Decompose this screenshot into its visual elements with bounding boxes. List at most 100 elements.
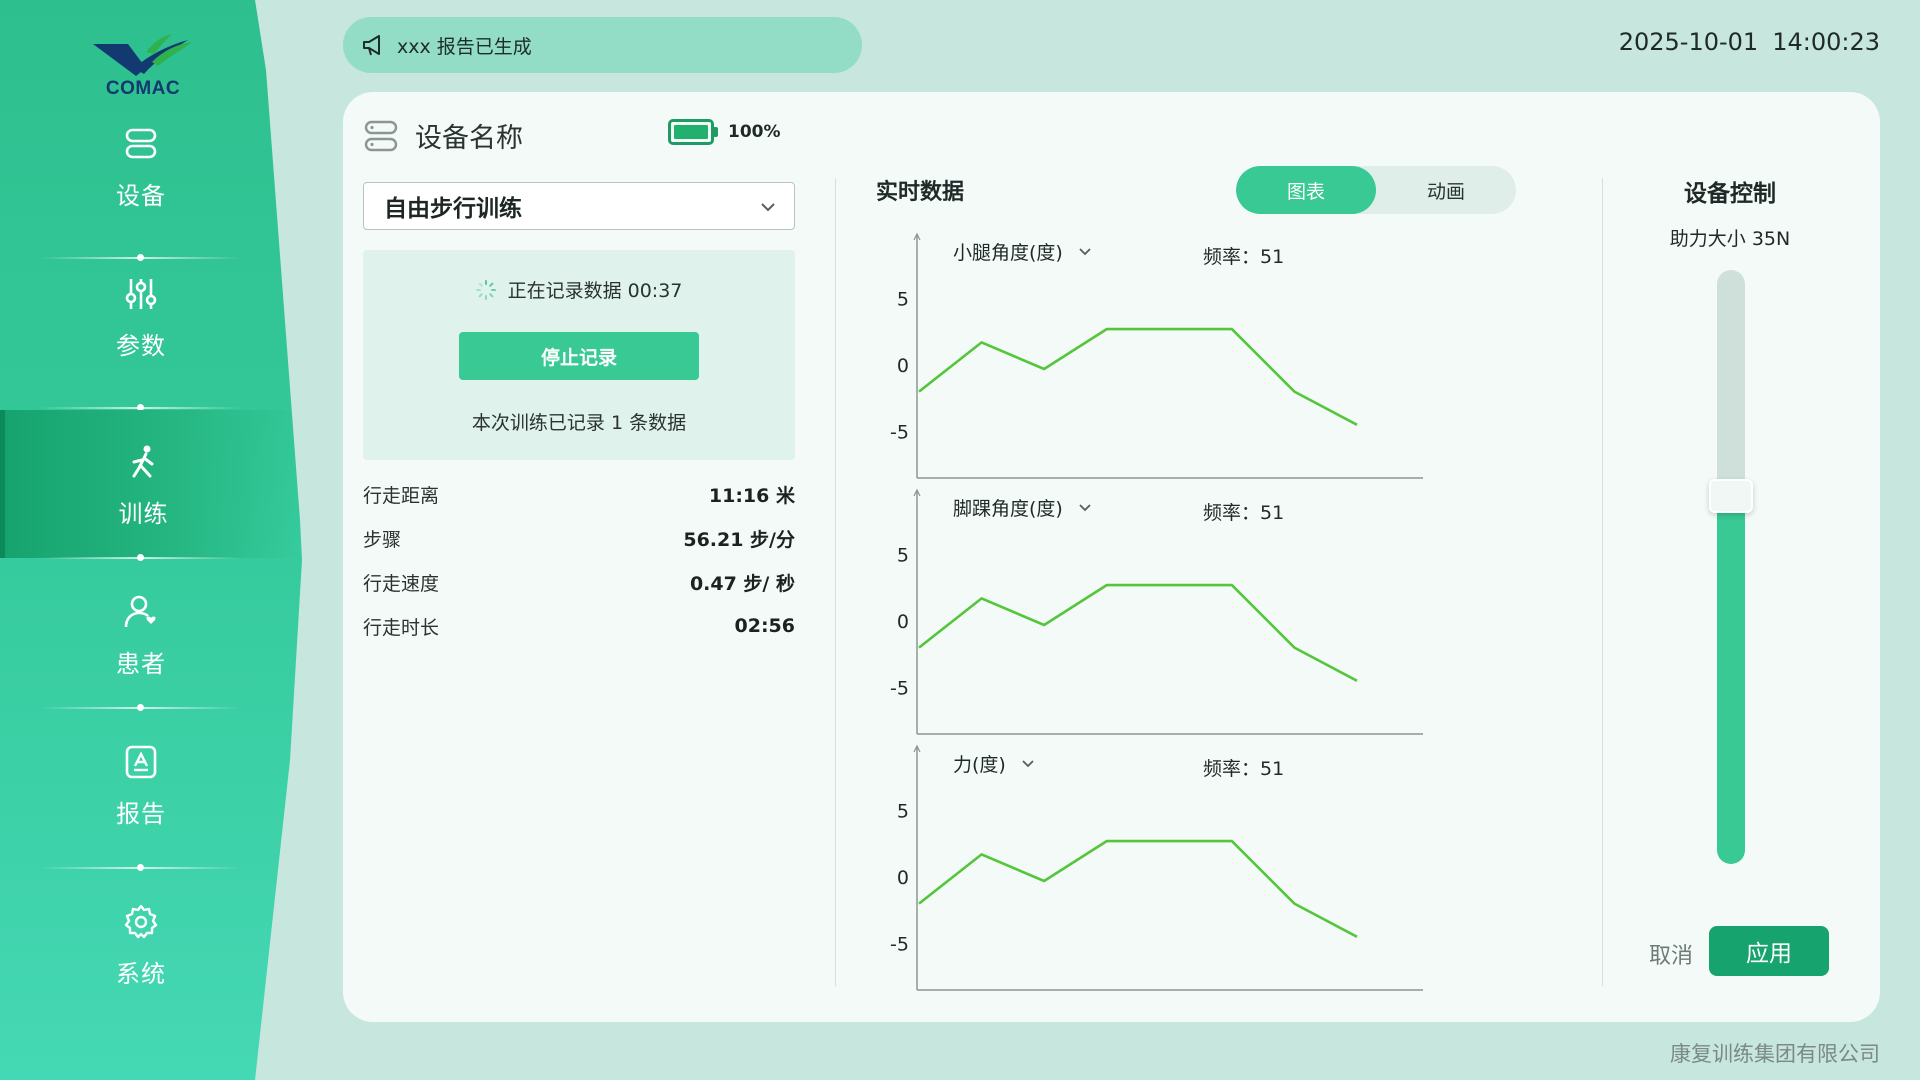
assist-force-slider[interactable] <box>1717 270 1745 864</box>
patient-icon <box>124 595 156 628</box>
chevron-down-icon <box>761 203 775 212</box>
series-line <box>918 583 1358 682</box>
y-tick-label: -5 <box>890 933 909 955</box>
nav-item-params[interactable]: 参数 <box>0 242 300 390</box>
notification-text: xxx 报告已生成 <box>397 35 532 58</box>
stop-recording-button[interactable]: 停止记录 <box>459 332 699 380</box>
device-header: 设备名称 <box>363 116 523 155</box>
battery-icon <box>668 119 714 145</box>
y-tick-label: -5 <box>890 421 909 443</box>
chevron-down-icon <box>1022 759 1034 767</box>
recording-status: 正在记录数据 00:37 <box>363 276 795 303</box>
loading-spinner-icon <box>475 279 496 300</box>
stat-label: 步骤 <box>363 528 402 551</box>
chart-metric-label: 脚踝角度(度) <box>953 498 1063 520</box>
nav-label-system: 系统 <box>116 960 166 988</box>
time-text: 14:00:23 <box>1772 28 1880 56</box>
stat-value: 11:16 米 <box>708 484 795 507</box>
recording-status-text: 正在记录数据 00:37 <box>507 280 683 302</box>
chart-frequency: 频率：51 <box>1203 246 1285 268</box>
stat-row-distance: 行走距离 11:16 米 <box>363 472 795 516</box>
column-divider <box>835 178 836 986</box>
nav-label-device: 设备 <box>116 182 166 210</box>
gear-icon <box>124 904 158 939</box>
main-panel: 设备名称 100% 自由步行训练 正在记录数据 00:37 停止记录 本次训练已… <box>343 92 1880 1022</box>
assist-force-value: 助力大小 35N <box>1669 228 1791 250</box>
device-icon <box>364 120 398 151</box>
nav-item-system[interactable]: 系统 <box>0 870 300 1018</box>
chart-frequency: 频率：51 <box>1203 758 1285 780</box>
chart-metric-label: 小腿角度(度) <box>953 242 1063 264</box>
walking-icon <box>132 445 153 478</box>
date-text: 2025-10-01 <box>1618 28 1759 56</box>
recorded-count: 本次训练已记录 1 条数据 <box>471 412 687 434</box>
column-divider <box>1602 178 1603 986</box>
megaphone-icon <box>363 35 380 56</box>
y-tick-label: 0 <box>897 611 909 633</box>
chart-metric-select[interactable]: 小腿角度(度) <box>953 238 1093 265</box>
y-tick-label: 5 <box>897 545 909 567</box>
training-mode-select[interactable]: 自由步行训练 <box>363 182 795 230</box>
cancel-button[interactable]: 取消 <box>1623 936 1719 972</box>
chart-svg: 5 0 -5 <box>890 232 1423 479</box>
y-tick-label: 0 <box>897 355 909 377</box>
y-tick-label: -5 <box>890 677 909 699</box>
sliders-icon <box>125 279 157 309</box>
slider-thumb[interactable] <box>1709 478 1753 513</box>
nav-item-patient[interactable]: 患者 <box>0 560 300 708</box>
series-line <box>918 327 1358 426</box>
y-tick-label: 0 <box>897 867 909 889</box>
stat-label: 行走距离 <box>363 484 440 507</box>
nav-divider <box>40 554 240 561</box>
chart-svg: 5 0 -5 <box>890 488 1423 735</box>
nav-divider <box>40 404 240 411</box>
sidebar: COMAC 设备 参数 训练 患者 报告 系统 <box>0 0 302 1080</box>
y-tick-label: 5 <box>897 289 909 311</box>
datetime: 2025-10-01 14:00:23 <box>1619 28 1880 56</box>
device-title: 设备名称 <box>415 123 523 154</box>
realtime-title: 实时数据 <box>876 180 965 205</box>
notification-bar[interactable]: xxx 报告已生成 <box>343 17 862 73</box>
chart-metric-select[interactable]: 脚踝角度(度) <box>953 494 1093 521</box>
battery-fill <box>674 125 708 139</box>
device-icon <box>125 128 157 159</box>
stat-label: 行走时长 <box>363 616 440 639</box>
tab-animation[interactable]: 动画 <box>1376 166 1516 214</box>
chart-metric-select[interactable]: 力(度) <box>953 750 1036 777</box>
nav-item-report[interactable]: 报告 <box>0 710 300 858</box>
stat-value: 02:56 <box>734 615 795 637</box>
stat-row-speed: 行走速度 0.47 步/ 秒 <box>363 560 795 604</box>
slider-fill <box>1717 495 1745 864</box>
stat-value: 0.47 步/ 秒 <box>689 572 795 595</box>
chart-metric-label: 力(度) <box>953 754 1006 776</box>
stat-label: 行走速度 <box>363 572 440 595</box>
nav-item-device[interactable]: 设备 <box>0 92 300 240</box>
battery-text: 100% <box>728 122 781 142</box>
battery-indicator: 100% <box>668 119 781 145</box>
battery-tip <box>714 127 718 137</box>
tab-chart[interactable]: 图表 <box>1236 166 1376 214</box>
view-toggle: 图表 动画 <box>1236 166 1516 214</box>
training-mode-value: 自由步行训练 <box>384 196 522 222</box>
apply-button[interactable]: 应用 <box>1709 926 1829 976</box>
nav-divider <box>40 704 240 711</box>
nav-label-patient: 患者 <box>116 650 166 678</box>
chart-svg: 5 0 -5 <box>890 744 1423 991</box>
y-tick-label: 5 <box>897 801 909 823</box>
nav-divider <box>40 864 240 871</box>
recording-box: 正在记录数据 00:37 停止记录 本次训练已记录 1 条数据 <box>363 250 795 460</box>
chart-frequency: 频率：51 <box>1203 502 1285 524</box>
chart-ankle-angle: 5 0 -5 脚踝角度(度) 频率：51 <box>863 488 1523 744</box>
control-title: 设备控制 <box>1684 181 1776 207</box>
chevron-down-icon <box>1079 247 1091 255</box>
nav-label-report: 报告 <box>116 800 166 828</box>
stat-value: 56.21 步/分 <box>683 528 795 551</box>
nav-item-training[interactable]: 训练 <box>0 410 300 558</box>
nav-label-params: 参数 <box>116 332 166 360</box>
stat-row-cadence: 步骤 56.21 步/分 <box>363 516 795 560</box>
stat-row-duration: 行走时长 02:56 <box>363 604 795 648</box>
company-footer: 康复训练集团有限公司 <box>1670 1042 1880 1066</box>
chevron-down-icon <box>1079 503 1091 511</box>
chart-force: 5 0 -5 力(度) 频率：51 <box>863 744 1523 1000</box>
comac-logo-mark <box>93 34 192 76</box>
